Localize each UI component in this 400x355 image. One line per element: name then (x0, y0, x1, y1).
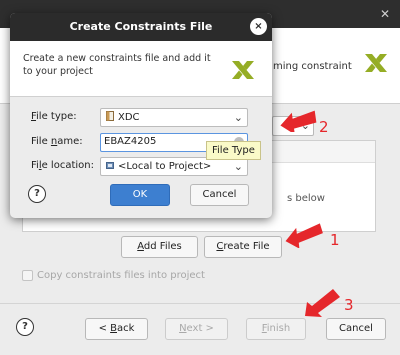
copy-constraints-checkbox[interactable] (22, 269, 33, 281)
file-name-label-text: ame: (57, 136, 83, 147)
help-icon[interactable]: ? (16, 318, 34, 336)
folder-icon (106, 162, 114, 169)
add-files-label: dd Files (143, 241, 182, 252)
copy-constraints-option: Copy constraints files into project (22, 268, 205, 284)
back-mnemonic: B (110, 323, 117, 334)
file-type-select[interactable]: XDC ⌄ (100, 108, 248, 127)
chevron-down-icon: ⌄ (233, 111, 243, 124)
file-location-value: <Local to Project> (118, 161, 212, 172)
dialog-title: Create Constraints File (69, 20, 213, 33)
back-label: ack (117, 323, 135, 334)
back-button[interactable]: < Back (85, 318, 148, 340)
file-icon (106, 111, 114, 121)
file-name-value: EBAZ4205 (104, 136, 157, 147)
dialog-titlebar: Create Constraints File × (10, 13, 272, 41)
annotation-number-2: 2 (319, 118, 329, 136)
file-list-hint: s below (287, 193, 325, 204)
add-files-mnemonic: A (137, 241, 144, 252)
wizard-close-icon[interactable]: ✕ (378, 7, 392, 21)
xilinx-logo (232, 61, 254, 79)
annotation-number-3: 3 (344, 296, 354, 314)
chevron-down-icon: ⌄ (233, 160, 243, 173)
wizard-cancel-button[interactable]: Cancel (326, 318, 386, 340)
arrow-icon (305, 289, 340, 317)
file-location-label-prefix: Fi (31, 160, 39, 171)
file-type-value: XDC (118, 112, 140, 123)
file-name-label-prefix: File (31, 136, 51, 147)
create-file-button[interactable]: Create File (204, 236, 282, 258)
arrow-icon (285, 223, 323, 248)
create-file-label: reate File (223, 241, 270, 252)
close-icon[interactable]: × (250, 18, 267, 35)
ok-button[interactable]: OK (110, 184, 170, 206)
file-type-label-text: ile type: (36, 111, 77, 122)
wizard-subtitle: ming constraint (273, 61, 352, 72)
xilinx-logo (365, 54, 387, 72)
arrow-icon (280, 110, 317, 132)
file-type-tooltip: File Type (206, 141, 261, 160)
dialog-cancel-button[interactable]: Cancel (190, 184, 249, 206)
copy-constraints-label: Copy constraints files into project (37, 269, 205, 281)
next-mnemonic: N (179, 323, 187, 334)
file-location-label: File location: (31, 160, 94, 171)
next-button[interactable]: Next > (165, 318, 228, 340)
finish-button[interactable]: Finish (246, 318, 306, 340)
file-type-label: File type: (31, 111, 77, 122)
finish-label: inish (266, 323, 291, 334)
annotation-number-1: 1 (330, 231, 340, 249)
file-location-label-text: e location: (41, 160, 94, 171)
next-label: ext > (186, 323, 214, 334)
back-prefix: < (98, 323, 111, 334)
file-name-label: File name: (31, 136, 83, 147)
help-icon[interactable]: ? (28, 185, 46, 203)
add-files-button[interactable]: Add Files (121, 236, 198, 258)
create-constraints-file-dialog: Create Constraints File × Create a new c… (10, 13, 272, 218)
dialog-description: Create a new constraints file and add it… (23, 53, 211, 77)
dialog-header: Create a new constraints file and add it… (10, 41, 272, 97)
